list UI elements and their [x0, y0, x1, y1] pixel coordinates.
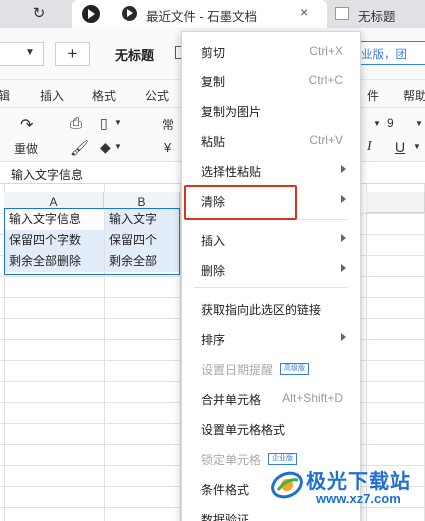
shortcut-label: Ctrl+C: [308, 73, 343, 87]
cell-b1[interactable]: 输入文字: [105, 209, 180, 230]
menu-item-clear[interactable]: 清除: [182, 186, 360, 214]
menu-item-label: 复制为图片: [201, 105, 262, 119]
menu-item-label: 锁定单元格: [201, 453, 262, 467]
eraser-icon[interactable]: ◆: [100, 139, 111, 156]
italic-button[interactable]: I: [367, 139, 372, 155]
menu-item-label: 获取指向此选区的链接: [201, 303, 322, 317]
menu-plugin[interactable]: 件: [367, 87, 379, 104]
menu-item-merge-cells[interactable]: 合并单元格 Alt+Shift+D: [182, 384, 360, 412]
new-document-button[interactable]: +: [55, 42, 90, 66]
format-painter-icon[interactable]: 🖌: [70, 139, 89, 157]
workspace-dropdown[interactable]: ▼: [0, 42, 44, 66]
tab-recent-files[interactable]: 最近文件 - 石墨文档 ×: [72, 0, 327, 28]
menu-item-sort[interactable]: 排序: [182, 324, 360, 352]
tab-title: 最近文件 - 石墨文档: [146, 10, 258, 24]
menu-insert[interactable]: 插入: [40, 87, 64, 104]
menu-help[interactable]: 帮助: [403, 87, 425, 104]
column-header[interactable]: [366, 192, 425, 213]
premium-badge: 高级版: [280, 363, 309, 375]
font-size-select[interactable]: 9: [387, 116, 394, 130]
menu-item-label: 剪切: [201, 46, 226, 60]
menu-item-label: 删除: [201, 264, 226, 278]
menu-format[interactable]: 格式: [92, 87, 116, 104]
watermark-title: 极光下载站: [306, 471, 411, 493]
menu-formula[interactable]: 公式: [145, 87, 169, 104]
underline-button[interactable]: U: [395, 139, 405, 155]
formula-content: 输入文字信息: [11, 168, 84, 182]
menu-item-label: 条件格式: [201, 483, 250, 497]
submenu-arrow-icon: [341, 234, 346, 242]
document-icon: [335, 7, 349, 20]
menu-item-label: 合并单元格: [201, 393, 262, 407]
menu-item-delete[interactable]: 删除: [182, 255, 360, 283]
menu-item-label: 数据验证: [201, 513, 250, 521]
chevron-down-icon[interactable]: ▼: [413, 142, 421, 151]
menu-item-date-reminder: 设置日期提醒 高级版: [182, 354, 360, 382]
menu-item-label: 排序: [201, 333, 226, 347]
menu-item-label: 清除: [201, 195, 226, 209]
redo-label: 重做: [14, 142, 39, 156]
menu-item-paste-special[interactable]: 选择性粘贴: [182, 156, 360, 184]
chevron-down-icon[interactable]: ▼: [114, 142, 122, 151]
chevron-down-icon[interactable]: ▼: [415, 119, 423, 128]
menu-item-get-link[interactable]: 获取指向此选区的链接: [182, 294, 360, 322]
menu-item-paste[interactable]: 粘贴 Ctrl+V: [182, 126, 360, 154]
document-title[interactable]: 无标题: [115, 45, 154, 64]
cell-b3[interactable]: 剩余全部: [105, 251, 180, 272]
menu-item-label: 粘贴: [201, 135, 226, 149]
app-logo-icon: [82, 5, 100, 23]
menu-item-label: 设置日期提醒: [201, 363, 274, 377]
chevron-down-icon: ▼: [25, 47, 35, 58]
menu-divider: [194, 287, 348, 288]
menu-item-label: 设置单元格格式: [201, 423, 286, 437]
paste-format-icon[interactable]: ▯: [100, 115, 108, 132]
cell-a3[interactable]: 剩余全部删除: [5, 251, 104, 272]
chevron-down-icon[interactable]: ▼: [373, 119, 381, 128]
menu-item-cut[interactable]: 剪切 Ctrl+X: [182, 37, 360, 65]
watermark-url: www.xz7.com: [316, 491, 401, 506]
currency-icon[interactable]: ¥: [164, 140, 171, 155]
shimo-favicon-icon: [122, 6, 137, 21]
cell-b2[interactable]: 保留四个: [105, 230, 180, 251]
submenu-arrow-icon: [341, 165, 346, 173]
aurora-logo-icon: [271, 471, 303, 499]
shortcut-label: Ctrl+V: [309, 133, 343, 147]
tab-title-untitled: 无标题: [358, 10, 396, 24]
redo-icon[interactable]: ↷: [20, 115, 33, 135]
submenu-arrow-icon: [341, 264, 346, 272]
print-icon[interactable]: ⎙: [70, 115, 82, 132]
menu-item-label: 复制: [201, 75, 226, 89]
menu-item-label: 插入: [201, 234, 226, 248]
menu-item-copy-as-image[interactable]: 复制为图片: [182, 96, 360, 124]
context-menu: 剪切 Ctrl+X 复制 Ctrl+C 复制为图片 粘贴 Ctrl+V 选择性粘…: [181, 31, 361, 521]
tab-untitled[interactable]: 无标题: [330, 0, 425, 28]
shortcut-label: Alt+Shift+D: [282, 391, 343, 405]
number-format-select[interactable]: 常: [162, 116, 174, 133]
submenu-arrow-icon: [341, 333, 346, 341]
submenu-arrow-icon: [341, 195, 346, 203]
menu-item-label: 选择性粘贴: [201, 165, 262, 179]
shortcut-label: Ctrl+X: [309, 44, 343, 58]
cell-a1[interactable]: 输入文字信息: [5, 209, 104, 230]
menu-divider: [194, 219, 348, 220]
menu-item-insert[interactable]: 插入: [182, 225, 360, 253]
refresh-icon[interactable]: ↻: [28, 3, 50, 25]
browser-tab-strip: ↻ 最近文件 - 石墨文档 × 无标题: [0, 0, 425, 28]
tab-close-icon[interactable]: ×: [300, 4, 308, 20]
site-watermark: 极光下载站 www.xz7.com: [268, 463, 425, 509]
menu-item-cell-format[interactable]: 设置单元格格式: [182, 414, 360, 442]
chevron-down-icon[interactable]: ▼: [114, 118, 122, 127]
menu-edit[interactable]: 辑: [0, 87, 10, 104]
menu-item-copy[interactable]: 复制 Ctrl+C: [182, 66, 360, 94]
cell-a2[interactable]: 保留四个字数: [5, 230, 104, 251]
